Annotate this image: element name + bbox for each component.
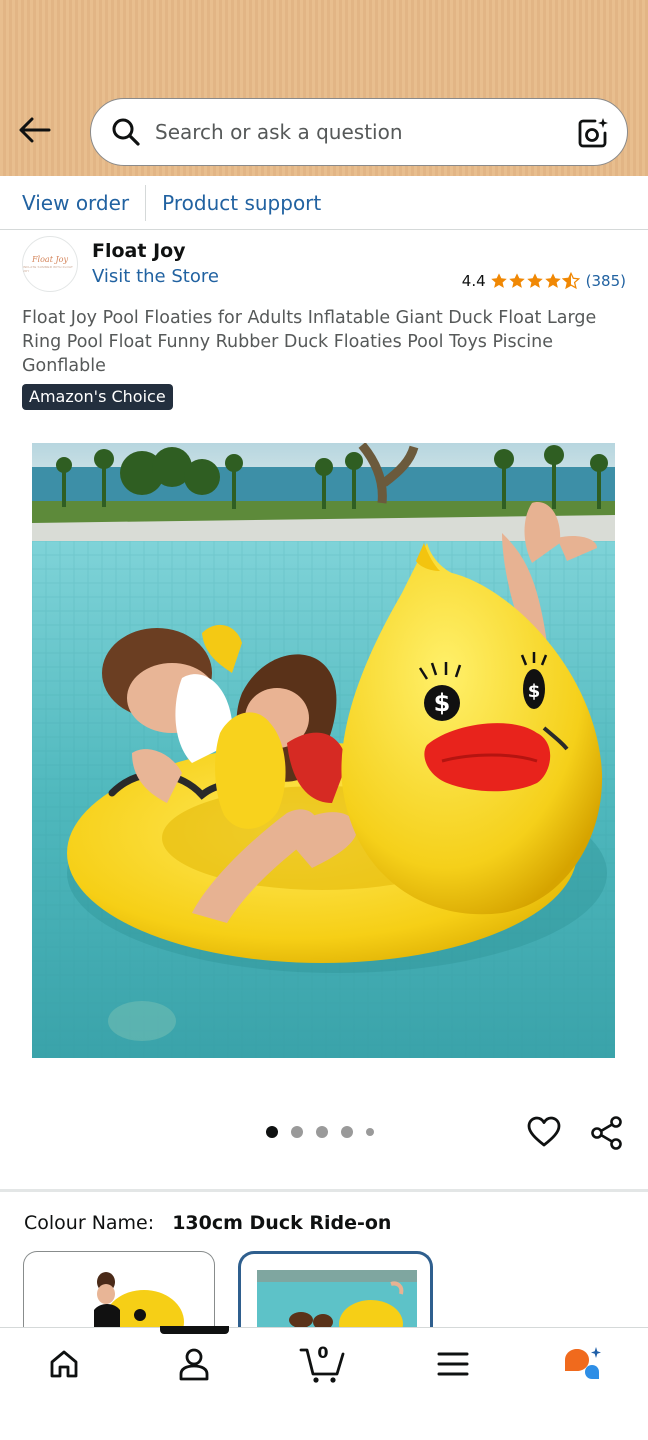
search-input[interactable] bbox=[155, 120, 555, 144]
store-name[interactable]: Float Joy bbox=[92, 240, 186, 262]
rufus-icon[interactable] bbox=[558, 1340, 606, 1388]
active-tab-indicator bbox=[160, 1326, 229, 1334]
rating[interactable]: 4.4 (385) bbox=[462, 272, 626, 290]
variant-label: Colour Name: bbox=[24, 1212, 155, 1234]
header bbox=[0, 0, 648, 176]
svg-text:$: $ bbox=[528, 681, 541, 702]
heart-icon[interactable] bbox=[526, 1114, 562, 1150]
view-order-link[interactable]: View order bbox=[22, 191, 129, 215]
home-icon[interactable] bbox=[40, 1340, 88, 1388]
share-icon[interactable] bbox=[588, 1114, 626, 1152]
store-logo[interactable]: Float Joy INFLATE SUMMER WITH FLOAT JOY bbox=[22, 236, 78, 292]
cart-icon[interactable]: 0 bbox=[298, 1340, 346, 1388]
back-arrow-icon[interactable] bbox=[14, 112, 54, 148]
star-rating-icon bbox=[490, 272, 580, 290]
svg-text:$: $ bbox=[434, 689, 451, 717]
store-logo-subtext: INFLATE SUMMER WITH FLOAT JOY bbox=[23, 265, 74, 273]
carousel-dot[interactable] bbox=[266, 1126, 278, 1138]
section-divider bbox=[0, 1189, 648, 1192]
carousel-dot[interactable] bbox=[341, 1126, 353, 1138]
product-title: Float Joy Pool Floaties for Adults Infla… bbox=[22, 308, 597, 376]
product-image[interactable]: $ $ bbox=[32, 443, 615, 1058]
variant-swatch[interactable] bbox=[23, 1251, 215, 1331]
account-icon[interactable] bbox=[170, 1340, 218, 1388]
carousel-dot[interactable] bbox=[316, 1126, 328, 1138]
divider bbox=[145, 184, 147, 221]
star-icon bbox=[508, 273, 525, 288]
half-star-icon bbox=[561, 272, 580, 290]
variant-selector-label: Colour Name: 130cm Duck Ride-on bbox=[24, 1212, 391, 1234]
product-support-link[interactable]: Product support bbox=[162, 191, 321, 215]
search-icon[interactable] bbox=[109, 115, 143, 149]
variant-value: 130cm Duck Ride-on bbox=[172, 1212, 392, 1234]
carousel-dots[interactable] bbox=[266, 1126, 387, 1138]
search-bar[interactable] bbox=[90, 98, 628, 166]
menu-icon[interactable] bbox=[429, 1340, 477, 1388]
store-logo-text: Float Joy bbox=[32, 255, 68, 264]
order-links-row: View order Product support bbox=[0, 176, 648, 230]
carousel-dot[interactable] bbox=[366, 1128, 374, 1136]
rating-count[interactable]: (385) bbox=[586, 272, 626, 290]
carousel-dot[interactable] bbox=[291, 1126, 303, 1138]
cart-count: 0 bbox=[317, 1343, 329, 1362]
star-icon bbox=[490, 273, 507, 288]
star-icon bbox=[526, 273, 543, 288]
variant-swatch-selected[interactable] bbox=[238, 1251, 433, 1331]
star-icon bbox=[544, 273, 561, 288]
rating-value: 4.4 bbox=[461, 272, 486, 290]
amazons-choice-badge[interactable]: Amazon's Choice bbox=[22, 384, 173, 410]
camera-icon[interactable] bbox=[573, 113, 613, 153]
visit-store-link[interactable]: Visit the Store bbox=[92, 266, 219, 287]
